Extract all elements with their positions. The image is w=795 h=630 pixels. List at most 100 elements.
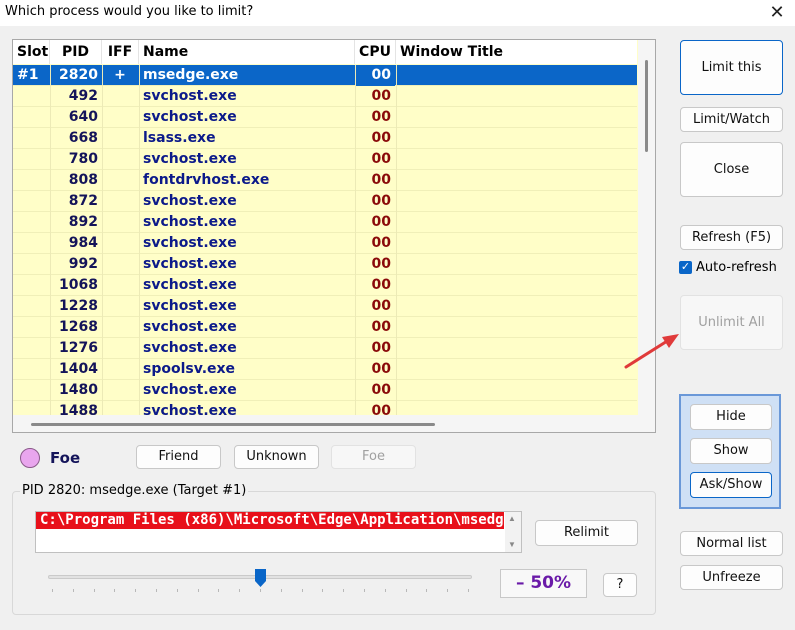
column-divider — [355, 317, 356, 338]
column-header-pid[interactable]: PID — [50, 40, 102, 64]
column-divider — [50, 359, 51, 380]
table-row[interactable]: #1 2820 + msedge.exe 00 — [13, 65, 637, 86]
column-divider — [139, 380, 140, 401]
table-row[interactable]: 808 fontdrvhost.exe 00 — [13, 170, 637, 191]
close-window-icon[interactable]: ✕ — [767, 2, 787, 22]
target-path[interactable]: C:\Program Files (x86)\Microsoft\Edge\Ap… — [36, 512, 504, 529]
table-row[interactable]: 1268 svchost.exe 00 — [13, 317, 637, 338]
column-divider — [355, 191, 356, 212]
friend-button[interactable]: Friend — [136, 445, 221, 469]
table-row[interactable]: 780 svchost.exe 00 — [13, 149, 637, 170]
row-iff — [102, 149, 138, 170]
column-divider — [139, 86, 140, 107]
row-name: fontdrvhost.exe — [143, 172, 270, 188]
column-divider — [396, 275, 397, 296]
row-pid: 1276 — [59, 340, 98, 356]
unknown-button[interactable]: Unknown — [234, 445, 319, 469]
table-row[interactable]: 1404 spoolsv.exe 00 — [13, 359, 637, 380]
row-slot — [13, 149, 50, 170]
row-slot — [13, 359, 50, 380]
refresh-button[interactable]: Refresh (F5) — [680, 225, 783, 250]
row-slot — [13, 254, 50, 275]
column-header-slot[interactable]: Slot — [13, 40, 50, 64]
help-button[interactable]: ? — [603, 573, 637, 597]
column-divider — [102, 170, 103, 191]
table-row[interactable]: 872 svchost.exe 00 — [13, 191, 637, 212]
table-row[interactable]: 1228 svchost.exe 00 — [13, 296, 637, 317]
column-divider — [355, 254, 356, 275]
table-row[interactable]: 640 svchost.exe 00 — [13, 107, 637, 128]
process-list[interactable]: Slot PID IFF Name CPU Window Title #1 282… — [12, 39, 656, 433]
column-divider — [102, 233, 103, 254]
column-header-window-title[interactable]: Window Title — [396, 40, 637, 64]
slider-tick — [260, 589, 261, 592]
row-window-title — [396, 254, 636, 275]
row-iff — [102, 107, 138, 128]
row-iff — [102, 170, 138, 191]
column-divider — [102, 149, 103, 170]
hide-button[interactable]: Hide — [690, 404, 772, 430]
scroll-up-icon[interactable]: ▲ — [508, 514, 516, 523]
column-divider — [355, 65, 356, 86]
slider-tick — [239, 589, 241, 592]
row-slot — [13, 296, 50, 317]
column-divider — [396, 149, 397, 170]
slider-tick — [176, 589, 178, 592]
row-name: svchost.exe — [143, 298, 237, 314]
column-divider — [139, 65, 140, 86]
row-cpu: 00 — [371, 382, 391, 398]
slider-tick — [405, 589, 407, 592]
scroll-thumb[interactable] — [31, 423, 435, 426]
foe-button[interactable]: Foe — [331, 445, 416, 469]
limit-this-button[interactable]: Limit this — [680, 40, 783, 95]
row-cpu: 00 — [371, 172, 391, 188]
auto-refresh-label: Auto-refresh — [696, 260, 777, 275]
column-header-name[interactable]: Name — [139, 40, 355, 64]
auto-refresh-checkbox[interactable]: ✓ — [679, 261, 692, 274]
limit-slider-thumb[interactable] — [255, 569, 266, 587]
scroll-down-icon[interactable]: ▼ — [508, 540, 516, 549]
table-row[interactable]: 668 lsass.exe 00 — [13, 128, 637, 149]
table-row[interactable]: 992 svchost.exe 00 — [13, 254, 637, 275]
column-divider — [102, 128, 103, 149]
unfreeze-button[interactable]: Unfreeze — [680, 565, 783, 590]
column-divider — [355, 359, 356, 380]
row-name: lsass.exe — [143, 130, 216, 146]
row-pid: 984 — [68, 235, 98, 251]
row-name: svchost.exe — [143, 340, 237, 356]
row-iff — [102, 359, 138, 380]
row-slot — [13, 380, 50, 401]
column-divider — [50, 65, 51, 86]
table-row[interactable]: 892 svchost.exe 00 — [13, 212, 637, 233]
table-row[interactable]: 1068 svchost.exe 00 — [13, 275, 637, 296]
row-iff — [102, 317, 138, 338]
table-row[interactable]: 1276 svchost.exe 00 — [13, 338, 637, 359]
table-row[interactable]: 984 svchost.exe 00 — [13, 233, 637, 254]
column-divider — [102, 107, 103, 128]
ask-show-button[interactable]: Ask/Show — [690, 472, 772, 498]
normal-list-button[interactable]: Normal list — [680, 531, 783, 556]
vertical-scrollbar[interactable] — [638, 40, 655, 432]
horizontal-scrollbar[interactable] — [13, 415, 638, 432]
path-scrollbar[interactable]: ▲ ▼ — [505, 512, 521, 552]
row-iff — [102, 212, 138, 233]
column-divider — [396, 296, 397, 317]
unlimit-all-button[interactable]: Unlimit All — [680, 295, 783, 350]
close-button[interactable]: Close — [680, 142, 783, 197]
column-divider — [396, 317, 397, 338]
scroll-thumb[interactable] — [645, 60, 648, 152]
row-pid: 2820 — [59, 67, 98, 83]
limit-watch-button[interactable]: Limit/Watch — [680, 107, 783, 132]
column-divider — [139, 359, 140, 380]
table-row[interactable]: 492 svchost.exe 00 — [13, 86, 637, 107]
row-cpu: 00 — [371, 214, 391, 230]
column-divider — [396, 191, 397, 212]
column-divider — [396, 170, 397, 191]
show-button[interactable]: Show — [690, 438, 772, 464]
column-divider — [102, 191, 103, 212]
relimit-button[interactable]: Relimit — [535, 520, 638, 546]
column-header-iff[interactable]: IFF — [102, 40, 139, 64]
column-header-cpu[interactable]: CPU — [355, 40, 396, 64]
row-iff — [102, 191, 138, 212]
table-row[interactable]: 1480 svchost.exe 00 — [13, 380, 637, 401]
